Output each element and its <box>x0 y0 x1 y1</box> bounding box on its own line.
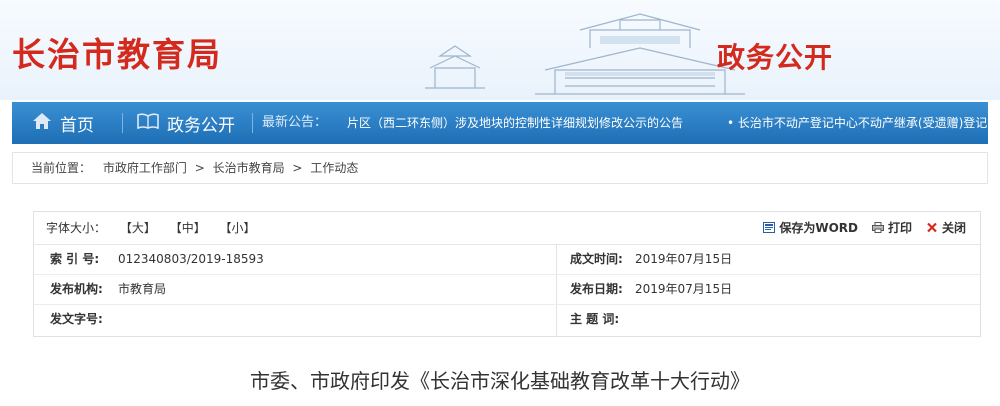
site-banner: 长治市教育局 政务公开 <box>0 0 1000 100</box>
announcement-ticker: 片区（西二环东侧）涉及地块的控制性详细规划修改公示的公告 • 长治市不动产登记中… <box>347 102 987 144</box>
index-label: 索 引 号: <box>50 252 100 266</box>
printer-icon <box>871 222 884 233</box>
created-value: 2019年07月15日 <box>635 252 733 266</box>
font-small-button[interactable]: 【小】 <box>220 221 256 235</box>
ticker-link[interactable]: • 长治市不动产登记中心不动产继承(受遗赠)登记 <box>727 102 987 144</box>
breadcrumb-item[interactable]: 长治市教育局 <box>213 161 285 175</box>
docno-label: 发文字号: <box>50 312 103 326</box>
close-button[interactable]: 关闭 <box>926 212 966 244</box>
info-row: 索 引 号: 012340803/2019-18593 成文时间: 2019年0… <box>34 245 980 275</box>
home-icon <box>32 112 52 135</box>
book-icon <box>137 112 159 134</box>
save-word-button[interactable]: 保存为WORD <box>763 212 858 244</box>
published-value: 2019年07月15日 <box>635 282 733 296</box>
created-label: 成文时间: <box>570 252 623 266</box>
print-label: 打印 <box>887 221 912 235</box>
org-label: 发布机构: <box>50 282 103 296</box>
index-value: 012340803/2019-18593 <box>118 252 264 266</box>
site-title: 长治市教育局 <box>12 35 222 74</box>
nav-home[interactable]: 首页 <box>32 102 94 144</box>
pagoda-illustration <box>425 13 745 95</box>
article-title: 市委、市政府印发《长治市深化基础教育改革十大行动》 <box>250 369 750 393</box>
ticker-label: 最新公告： <box>262 115 328 130</box>
ticker-link[interactable]: 片区（西二环东侧）涉及地块的控制性详细规划修改公示的公告 <box>347 116 683 130</box>
font-size-label: 字体大小： <box>46 221 107 235</box>
breadcrumb: 当前位置： 市政府工作部门 > 长治市教育局 > 工作动态 <box>12 152 988 184</box>
nav-gov-affairs[interactable]: 政务公开 <box>137 102 235 144</box>
document-info-panel: 字体大小： 【大】 【中】 【小】 保存为WORD 打印 关闭 索 引 号: 0… <box>33 211 981 337</box>
document-toolbar: 字体大小： 【大】 【中】 【小】 保存为WORD 打印 关闭 <box>34 212 980 245</box>
nav-divider <box>122 113 123 133</box>
print-button[interactable]: 打印 <box>871 212 912 244</box>
close-label: 关闭 <box>941 221 966 235</box>
word-icon <box>763 222 776 233</box>
breadcrumb-separator: > <box>194 161 205 175</box>
font-size-control: 字体大小： 【大】 【中】 【小】 <box>46 212 256 244</box>
site-subtitle: 政务公开 <box>717 41 834 74</box>
breadcrumb-item[interactable]: 市政府工作部门 <box>103 161 187 175</box>
nav-home-label: 首页 <box>60 115 94 136</box>
save-word-label: 保存为WORD <box>779 221 858 235</box>
font-large-button[interactable]: 【大】 <box>120 221 156 235</box>
topic-label: 主 题 词: <box>570 312 620 326</box>
info-row: 发布机构: 市教育局 发布日期: 2019年07月15日 <box>34 275 980 305</box>
org-value: 市教育局 <box>118 282 167 296</box>
breadcrumb-current: 工作动态 <box>310 161 359 175</box>
font-medium-button[interactable]: 【中】 <box>170 221 206 235</box>
breadcrumb-separator: > <box>292 161 303 175</box>
close-icon <box>927 222 937 233</box>
breadcrumb-label: 当前位置： <box>31 161 92 175</box>
published-label: 发布日期: <box>570 282 623 296</box>
main-nav: 首页 政务公开 最新公告： 片区（西二环东侧）涉及地块的控制性详细规划修改公示的… <box>12 102 988 144</box>
info-row: 发文字号: 主 题 词: <box>34 305 980 334</box>
nav-gov-label: 政务公开 <box>167 115 235 136</box>
nav-divider <box>252 113 253 133</box>
